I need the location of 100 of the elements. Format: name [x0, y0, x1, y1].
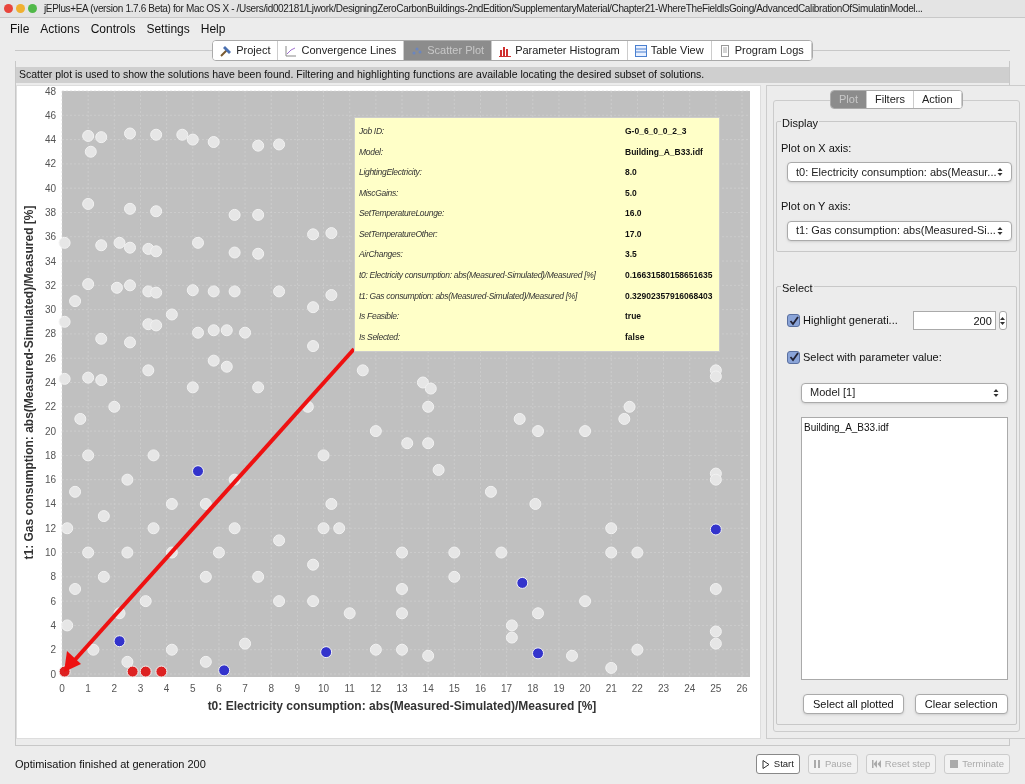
- y-tick-label: 2: [50, 644, 56, 656]
- x-tick-label: 6: [216, 683, 222, 694]
- x-tick-label: 4: [163, 683, 170, 694]
- line-chart-icon: [285, 44, 298, 57]
- y-tick-label: 6: [50, 595, 56, 607]
- data-point[interactable]: [532, 647, 544, 660]
- bar-chart-icon: [499, 44, 512, 57]
- data-point[interactable]: [121, 655, 134, 668]
- x-tick-label: 2: [111, 683, 118, 694]
- data-point[interactable]: [301, 400, 314, 413]
- y-axis-title: t1: Gas consumption: abs(Measured-Simulated)/Measured [%]: [22, 205, 36, 560]
- tooltip-label: Is Feasible:: [359, 310, 400, 323]
- tools-icon: [220, 44, 233, 57]
- list-item[interactable]: Building_A_B33.idf: [804, 419, 1005, 435]
- x-tick-label: 24: [684, 683, 696, 694]
- action-button[interactable]: Select all plotted: [803, 694, 904, 714]
- y-tick-label: 22: [44, 401, 56, 413]
- menu-item[interactable]: File: [10, 20, 30, 38]
- tooltip-label: MiscGains:: [359, 186, 400, 200]
- generation-field[interactable]: 200: [912, 311, 996, 330]
- data-point[interactable]: [199, 497, 212, 510]
- close-button[interactable]: [4, 4, 13, 13]
- checkbox-label: Select with parameter value:: [803, 350, 942, 365]
- x-tick-label: 0: [59, 683, 65, 694]
- stepper-arrows-icon: [1000, 315, 1006, 326]
- zoom-button[interactable]: [28, 4, 37, 13]
- data-point[interactable]: [113, 635, 126, 648]
- y-tick-label: 0: [50, 668, 56, 680]
- y-tick-label: 32: [44, 279, 56, 291]
- x-tick-label: 11: [344, 683, 355, 694]
- data-point[interactable]: [87, 643, 100, 656]
- x-axis-dropdown[interactable]: t0: Electricity consumption: abs(Measur...: [787, 162, 1012, 182]
- x-tick-label: 13: [396, 683, 408, 694]
- data-point[interactable]: [139, 665, 152, 678]
- stepper-arrows-icon: [992, 387, 999, 398]
- spinner[interactable]: [998, 311, 1007, 330]
- x-tick-label: 18: [527, 683, 539, 694]
- tooltip-label: Is Selected:: [359, 330, 401, 344]
- tooltip-value: G-0_6_0_0_2_3: [625, 124, 687, 138]
- data-point[interactable]: [113, 607, 126, 620]
- y-tick-label: 14: [44, 498, 56, 510]
- y-tick-label: 28: [44, 328, 56, 340]
- x-tick-label: 7: [242, 683, 248, 694]
- x-tick-label: 10: [318, 683, 330, 694]
- data-point[interactable]: [155, 665, 168, 678]
- stepper-arrows-icon: [996, 167, 1003, 177]
- checkbox[interactable]: [787, 350, 800, 364]
- y-tick-label: 4: [50, 619, 56, 631]
- data-point[interactable]: [228, 473, 241, 486]
- tooltip-value: 0.16631580158651635: [625, 269, 713, 282]
- tooltip-label: AirChanges:: [359, 248, 404, 262]
- x-tick-label: 12: [370, 683, 382, 694]
- y-tick-label: 26: [44, 352, 56, 364]
- x-tick-label: 5: [190, 683, 196, 694]
- menu-item[interactable]: Help: [200, 20, 226, 38]
- x-tick-label: 19: [553, 683, 565, 694]
- y-tick-label: 12: [44, 522, 56, 534]
- parameter-dropdown[interactable]: Model [1]: [801, 382, 1008, 403]
- data-point[interactable]: [320, 646, 333, 659]
- data-point[interactable]: [126, 665, 139, 678]
- y-axis-dropdown[interactable]: t1: Gas consumption: abs(Measured-Si...: [787, 220, 1012, 241]
- y-tick-label: 34: [44, 255, 56, 267]
- data-point[interactable]: [165, 546, 178, 559]
- table-icon: [634, 44, 647, 57]
- control-button[interactable]: Start: [755, 754, 800, 774]
- tab[interactable]: Project: [213, 41, 279, 60]
- document-icon: [718, 44, 731, 57]
- rewind-icon: [871, 760, 881, 768]
- x-tick-label: 8: [268, 683, 274, 694]
- x-tick-label: 17: [501, 683, 513, 694]
- tooltip-label: LightingElectricity:: [359, 166, 423, 179]
- tooltip-value: 5.0: [625, 186, 637, 200]
- data-point[interactable]: [516, 576, 529, 589]
- x-tick-label: 20: [579, 683, 591, 694]
- data-point[interactable]: [218, 664, 231, 677]
- stepper-arrows-icon: [996, 225, 1003, 236]
- x-tick-label: 16: [474, 683, 486, 694]
- tooltip-value: 17.0: [625, 227, 642, 241]
- menu-item[interactable]: Settings: [146, 20, 190, 38]
- window-title: jEPlus+EA (version 1.7.6 Beta) for Mac OS X - /Users/id002181/Ljwork/DesigningZeroCarbonBuildings-2ndEdition/SupplementaryMaterial/Chapter21-WhereTheFieldIsGoing/AdvancedCalibrationOfSimulatinModel...: [44, 2, 923, 16]
- checkbox-label: Highlight generati...: [803, 313, 898, 329]
- tooltip-label: SetTemperatureLounge:: [359, 207, 446, 221]
- y-tick-label: 24: [44, 377, 56, 388]
- data-point[interactable]: [192, 465, 204, 478]
- pause-icon: [813, 760, 821, 768]
- minimize-button[interactable]: [16, 4, 25, 13]
- field-label: Plot on Y axis:: [781, 199, 852, 214]
- data-point[interactable]: [709, 523, 722, 536]
- checkbox[interactable]: [787, 314, 800, 327]
- menu-item[interactable]: Controls: [90, 20, 136, 38]
- y-tick-label: 48: [44, 86, 56, 97]
- y-tick-label: 44: [44, 134, 56, 146]
- x-tick-label: 15: [448, 683, 460, 694]
- menu-item[interactable]: Actions: [40, 20, 80, 38]
- tooltip-value: 8.0: [625, 166, 637, 179]
- action-button[interactable]: Clear selection: [914, 694, 1008, 714]
- y-tick-label: 30: [44, 304, 56, 316]
- tooltip-label: t0: Electricity consumption: abs(Measured-Simulated)/Measured [%]: [359, 269, 597, 282]
- y-tick-label: 18: [44, 449, 56, 461]
- status-text: Optimisation finished at generation 200: [15, 756, 206, 772]
